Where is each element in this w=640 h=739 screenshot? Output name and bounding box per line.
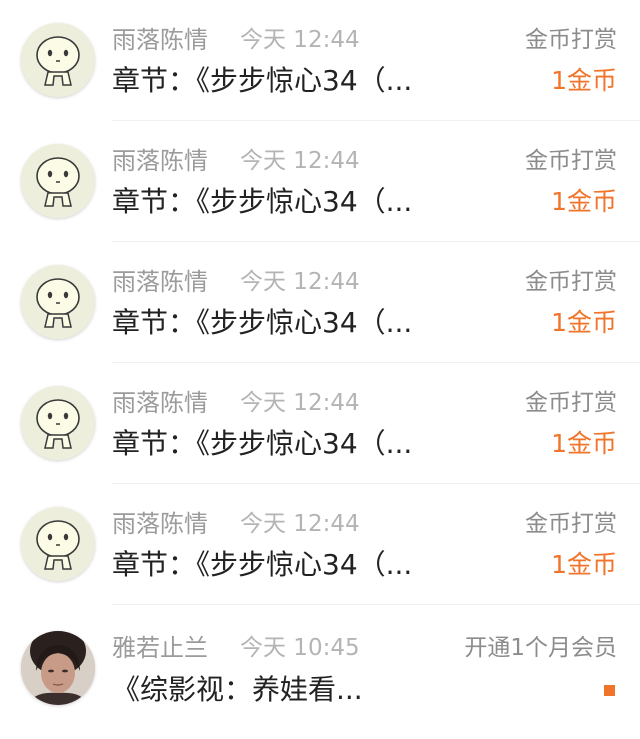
sender-name: 雨落陈情 bbox=[112, 147, 208, 175]
chapter-title: 章节：《步步惊心34（... bbox=[112, 185, 413, 218]
list-item[interactable]: 雅若止兰 今天 10:45 开通1个月会员 《综影视：养娃看... bbox=[0, 605, 640, 739]
list-item[interactable]: 雨落陈情 今天 12:44 金币打赏 章节：《步步惊心34（... 1金币 bbox=[0, 242, 640, 363]
reward-time: 今天 10:45 bbox=[240, 635, 360, 661]
chapter-title: 章节：《步步惊心34（... bbox=[112, 427, 413, 460]
reward-amount: 1金币 bbox=[551, 187, 617, 216]
list-item[interactable]: 雨落陈情 今天 12:44 金币打赏 章节：《步步惊心34（... 1金币 bbox=[0, 121, 640, 242]
reward-type: 金币打赏 bbox=[525, 390, 617, 416]
book-title: 《综影视：养娃看... bbox=[112, 673, 363, 706]
reward-time: 今天 12:44 bbox=[240, 269, 360, 295]
reward-type: 金币打赏 bbox=[525, 148, 617, 174]
reward-type: 开通1个月会员 bbox=[464, 635, 617, 661]
cartoon-face-avatar[interactable] bbox=[21, 265, 95, 339]
reward-amount: 1金币 bbox=[551, 429, 617, 458]
reward-type: 金币打赏 bbox=[525, 511, 617, 537]
cartoon-face-avatar[interactable] bbox=[21, 23, 95, 97]
list-item[interactable]: 雨落陈情 今天 12:44 金币打赏 章节：《步步惊心34（... 1金币 bbox=[0, 0, 640, 121]
chapter-title: 章节：《步步惊心34（... bbox=[112, 548, 413, 581]
list-item[interactable]: 雨落陈情 今天 12:44 金币打赏 章节：《步步惊心34（... 1金币 bbox=[0, 484, 640, 605]
reward-time: 今天 12:44 bbox=[240, 148, 360, 174]
reward-time: 今天 12:44 bbox=[240, 511, 360, 537]
reward-list: 雨落陈情 今天 12:44 金币打赏 章节：《步步惊心34（... 1金币 雨落… bbox=[0, 0, 640, 739]
sender-name: 雨落陈情 bbox=[112, 389, 208, 417]
reward-amount: 1金币 bbox=[551, 66, 617, 95]
cartoon-face-avatar[interactable] bbox=[21, 386, 95, 460]
orange-dot-icon bbox=[604, 685, 615, 696]
sender-name: 雅若止兰 bbox=[112, 634, 208, 662]
reward-type: 金币打赏 bbox=[525, 269, 617, 295]
reward-time: 今天 12:44 bbox=[240, 27, 360, 53]
cartoon-face-avatar[interactable] bbox=[21, 507, 95, 581]
sender-name: 雨落陈情 bbox=[112, 26, 208, 54]
reward-amount: 1金币 bbox=[551, 308, 617, 337]
list-item[interactable]: 雨落陈情 今天 12:44 金币打赏 章节：《步步惊心34（... 1金币 bbox=[0, 363, 640, 484]
user-photo-avatar[interactable] bbox=[21, 631, 95, 705]
chapter-title: 章节：《步步惊心34（... bbox=[112, 64, 413, 97]
reward-time: 今天 12:44 bbox=[240, 390, 360, 416]
chapter-title: 章节：《步步惊心34（... bbox=[112, 306, 413, 339]
cartoon-face-avatar[interactable] bbox=[21, 144, 95, 218]
reward-amount: 1金币 bbox=[551, 550, 617, 579]
sender-name: 雨落陈情 bbox=[112, 268, 208, 296]
reward-type: 金币打赏 bbox=[525, 27, 617, 53]
sender-name: 雨落陈情 bbox=[112, 510, 208, 538]
